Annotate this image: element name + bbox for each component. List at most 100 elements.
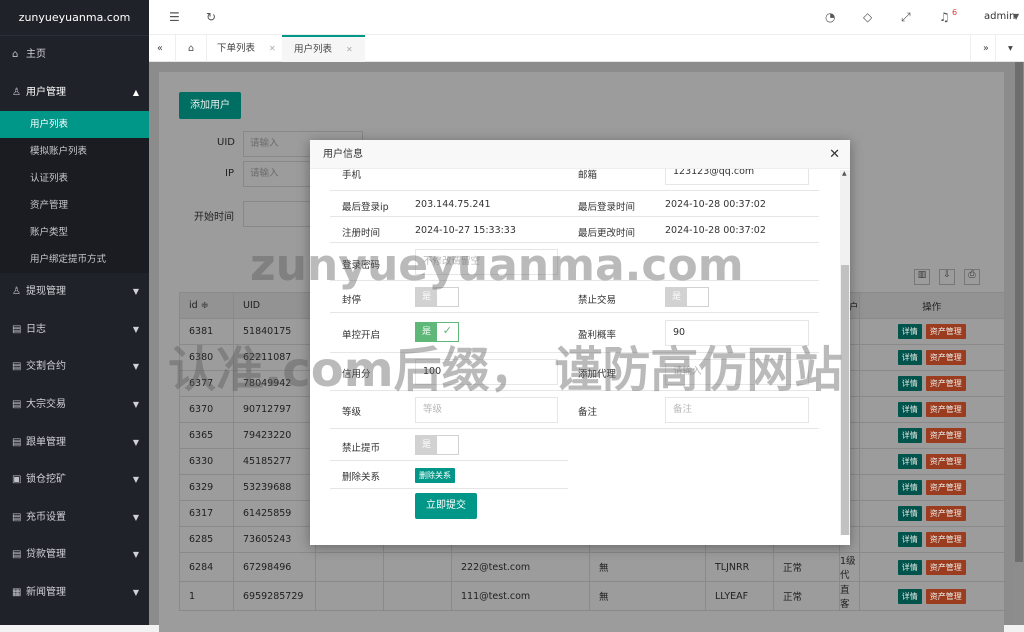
row-actions: 详情 资产管理 (858, 474, 1006, 501)
fullscreen-icon[interactable]: ⤢ (901, 10, 911, 25)
email-field[interactable]: 123123@qq.com (665, 169, 809, 185)
note-field[interactable]: 备注 (665, 397, 809, 423)
asset-mgmt-button[interactable]: 资产管理 (925, 588, 966, 604)
menu-collapse-icon[interactable]: ☰ (169, 10, 180, 24)
detail-button[interactable]: 详情 (897, 324, 922, 339)
detail-button[interactable]: 详情 (897, 588, 922, 604)
chevron-down-icon: ▼ (1013, 12, 1020, 21)
row-actions: 详情 资产管理 (858, 526, 1006, 553)
credit-score-field[interactable]: 100 (415, 359, 558, 385)
chevron-down-icon: ▼ (132, 587, 139, 597)
submit-button[interactable]: 立即提交 (415, 493, 477, 519)
trade-ban-switch[interactable]: 是 (665, 287, 709, 307)
sidebar-sub-verification[interactable]: 认证列表 (0, 165, 149, 192)
single-control-switch[interactable]: 是 ✓ (415, 322, 459, 342)
withdraw-ban-switch[interactable]: 是 (415, 435, 459, 455)
close-icon[interactable]: ✕ (829, 147, 840, 162)
tabs-left-icon[interactable]: « (149, 35, 175, 62)
table-cell: 直客 (839, 581, 860, 611)
sidebar-sub-assets[interactable]: 资产管理 (0, 192, 149, 219)
detail-button[interactable]: 详情 (897, 350, 922, 365)
asset-mgmt-button[interactable]: 资产管理 (925, 506, 966, 521)
table-cell: 90712797 (233, 396, 316, 423)
detail-button[interactable]: 详情 (897, 532, 922, 547)
modal-scrollbar[interactable]: ▲ (840, 170, 850, 535)
modal-scroll-thumb[interactable] (841, 265, 849, 535)
asset-mgmt-button[interactable]: 资产管理 (925, 376, 966, 391)
detail-button[interactable]: 详情 (897, 428, 922, 443)
table-cell: 1级代 (839, 552, 860, 582)
table-row: 6284 67298496 222@test.com 無 TLJNRR 正常 1级代 详情 资产… (179, 552, 1006, 582)
doc-icon: ▤ (12, 398, 22, 410)
theme-icon[interactable]: ◔ (825, 10, 835, 24)
sidebar-sub-user-list[interactable]: 用户列表 (0, 111, 149, 139)
table-cell: 1 (179, 581, 234, 611)
asset-mgmt-button[interactable]: 资产管理 (925, 350, 966, 365)
doc-icon: ▤ (12, 511, 22, 523)
level-field[interactable]: 等级 (415, 397, 558, 423)
password-field[interactable]: 不修改请留空 (415, 249, 558, 275)
detail-button[interactable]: 详情 (897, 506, 922, 521)
asset-mgmt-button[interactable]: 资产管理 (925, 559, 966, 575)
sidebar-sub-account-types[interactable]: 账户类型 (0, 219, 149, 246)
detail-button[interactable]: 详情 (897, 559, 922, 575)
chevron-down-icon: ▼ (132, 399, 139, 409)
sidebar-item-staking[interactable]: ▣ 锁仓挖矿 ▼ (0, 461, 149, 499)
asset-mgmt-button[interactable]: 资产管理 (925, 480, 966, 495)
print-icon[interactable]: ⎙ (964, 269, 980, 285)
delete-relation-button[interactable]: 删除关系 (415, 468, 455, 483)
sidebar-item-logs[interactable]: ▤ 日志 ▼ (0, 311, 149, 349)
asset-mgmt-button[interactable]: 资产管理 (925, 454, 966, 469)
table-cell: 6330 (179, 448, 234, 475)
scroll-up-icon[interactable]: ▲ (842, 170, 847, 177)
asset-mgmt-button[interactable]: 资产管理 (925, 428, 966, 443)
doc-icon: ▤ (12, 361, 22, 373)
export-icon[interactable]: ⇩ (939, 269, 955, 285)
detail-button[interactable]: 详情 (897, 376, 922, 391)
sidebar-item-withdraw[interactable]: ♙ 提现管理 ▼ (0, 273, 149, 311)
table-cell: LLYEAF (705, 581, 774, 611)
ban-switch[interactable]: 是 (415, 287, 459, 307)
sidebar-sub-withdraw-methods[interactable]: 用户绑定提币方式 (0, 246, 149, 273)
sidebar-item-contracts[interactable]: ▤ 交割合约 ▼ (0, 348, 149, 386)
asset-mgmt-button[interactable]: 资产管理 (925, 402, 966, 417)
home-tab-icon[interactable]: ⌂ (175, 35, 208, 62)
asset-mgmt-button[interactable]: 资产管理 (925, 324, 966, 339)
refresh-icon[interactable]: ↻ (206, 10, 216, 24)
table-cell: 67298496 (233, 552, 316, 582)
sidebar-item-news[interactable]: ▦ 新闻管理 ▼ (0, 574, 149, 612)
profit-rate-field[interactable]: 90 (665, 320, 809, 346)
tag-icon[interactable]: ◇ (863, 10, 872, 24)
close-icon[interactable]: ✕ (346, 45, 353, 54)
col-actions: 操作 (858, 292, 1006, 319)
add-user-button[interactable]: 添加用户 (179, 92, 241, 119)
agent-field[interactable]: 请输入 (665, 359, 809, 385)
sidebar-sub-demo-accounts[interactable]: 模拟账户列表 (0, 138, 149, 165)
detail-button[interactable]: 详情 (897, 480, 922, 495)
detail-button[interactable]: 详情 (897, 402, 922, 417)
page-scrollbar[interactable] (1014, 62, 1024, 625)
lock-icon: ▣ (12, 474, 22, 486)
tab-order-list[interactable]: 下单列表 ✕ (205, 35, 288, 62)
page-scroll-thumb[interactable] (1015, 62, 1023, 562)
row-register: 注册时间 2024-10-27 15:33:33 最后更改时间 2024-10-… (330, 217, 819, 243)
sidebar-item-bulk-trade[interactable]: ▤ 大宗交易 ▼ (0, 386, 149, 424)
table-cell: 111@test.com (451, 581, 590, 611)
tab-user-list[interactable]: 用户列表 ✕ (282, 35, 365, 62)
close-icon[interactable]: ✕ (269, 44, 276, 53)
sidebar-item-user-mgmt[interactable]: ♙ 用户管理 ▲ (0, 74, 149, 112)
sidebar-item-deposit[interactable]: ▤ 充币设置 ▼ (0, 499, 149, 537)
user-menu[interactable]: admin (984, 11, 1015, 22)
sidebar-item-loans[interactable]: ▤ 贷款管理 ▼ (0, 536, 149, 574)
sidebar-item-copy-trade[interactable]: ▤ 跟单管理 ▼ (0, 424, 149, 462)
tabs-menu-icon[interactable]: ▾ (995, 35, 1024, 62)
bell-icon[interactable]: ♫ (939, 10, 950, 24)
columns-icon[interactable]: ▥ (914, 269, 930, 285)
row-ban: 封停 是 禁止交易 是 (330, 281, 819, 313)
check-icon: ✓ (442, 324, 452, 337)
table-cell: 53239688 (233, 474, 316, 501)
asset-mgmt-button[interactable]: 资产管理 (925, 532, 966, 547)
sidebar-item-home[interactable]: ⌂ 主页 (0, 36, 149, 74)
detail-button[interactable]: 详情 (897, 454, 922, 469)
col-id[interactable]: id ≑ (179, 292, 234, 319)
